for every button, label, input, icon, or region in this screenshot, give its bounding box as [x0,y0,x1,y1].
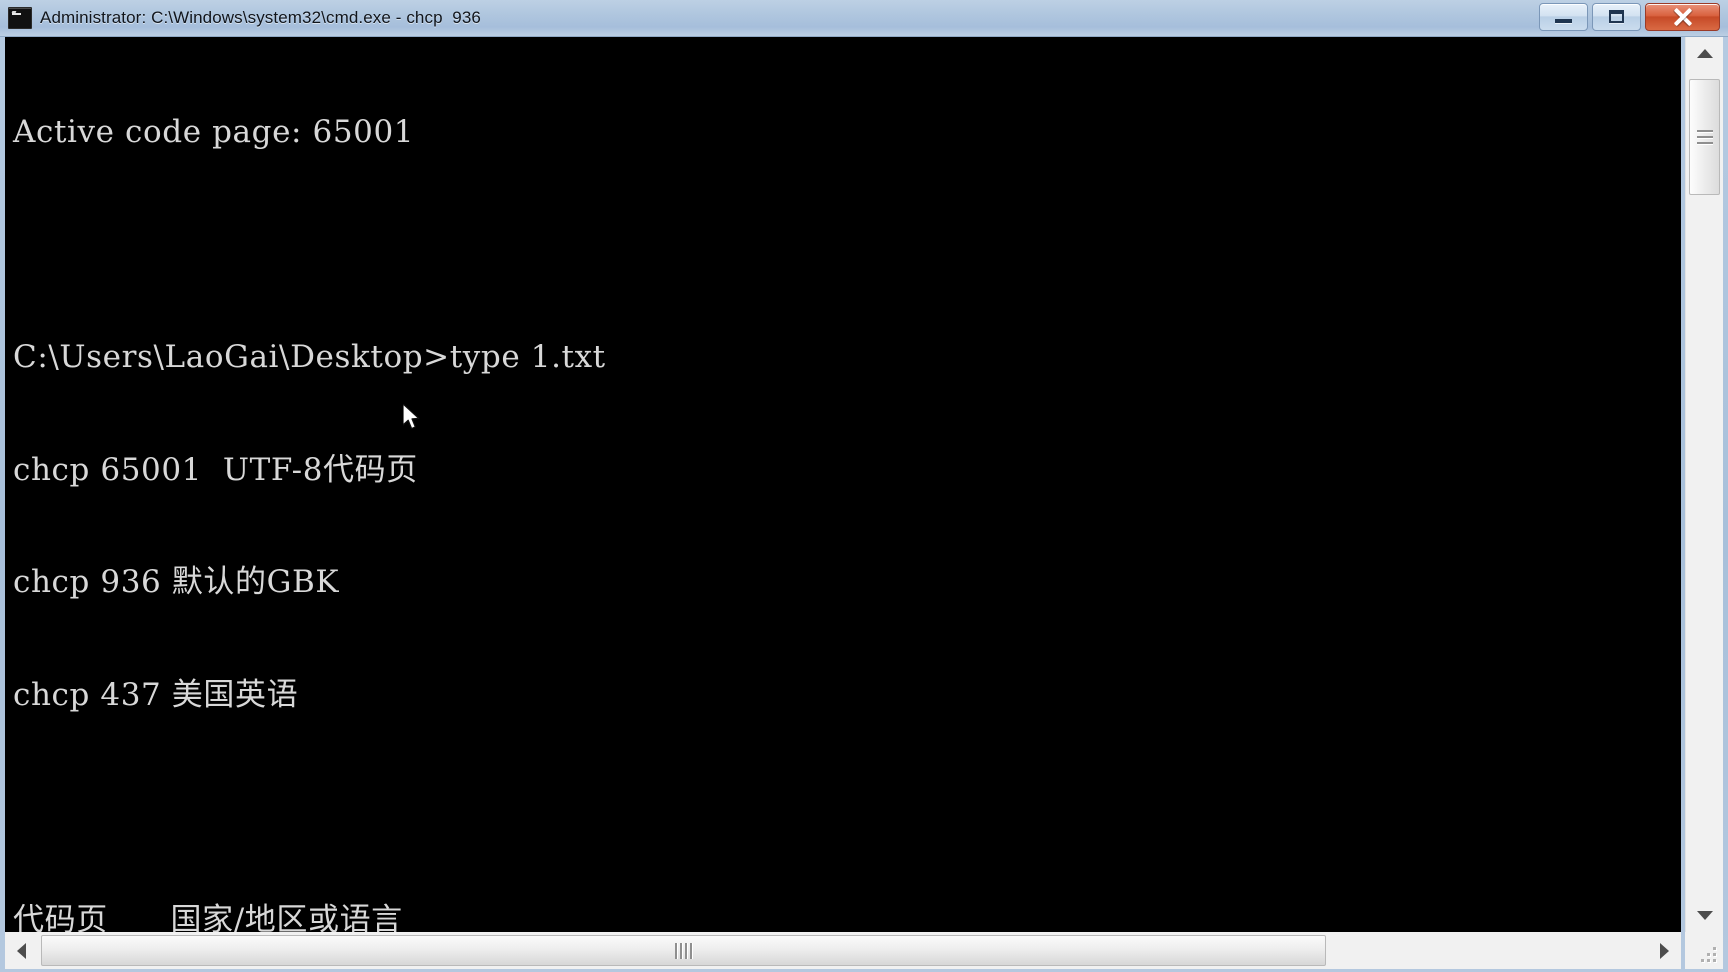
horizontal-scroll-thumb[interactable] [41,935,1326,966]
maximize-button[interactable] [1592,3,1641,31]
console-line: Active code page: 65001 [13,114,415,150]
title-bar[interactable]: Administrator: C:\Windows\system32\cmd.e… [0,0,1728,37]
scroll-down-button[interactable] [1686,898,1723,932]
close-icon [1646,4,1719,30]
console-client-area[interactable]: Active code page: 65001 C:\Users\LaoGai\… [5,37,1681,932]
vertical-scroll-thumb[interactable] [1689,79,1720,195]
minimize-button[interactable] [1539,3,1588,31]
scroll-up-button[interactable] [1686,37,1723,71]
scroll-right-button[interactable] [1647,932,1681,969]
console-line: chcp 65001 UTF-8代码页 [13,451,418,488]
vertical-thumb-grip-icon [1696,130,1713,144]
minimize-icon [1555,19,1572,23]
chevron-left-icon [17,942,26,959]
console-table-header: 代码页 国家/地区或语言 [13,901,403,933]
scroll-left-button[interactable] [5,932,39,969]
window-title: Administrator: C:\Windows\system32\cmd.e… [40,8,481,27]
maximize-icon [1609,10,1624,23]
chevron-right-icon [1660,942,1669,959]
title-bar-left: Administrator: C:\Windows\system32\cmd.e… [8,6,481,30]
horizontal-thumb-grip-icon [674,942,693,959]
window-controls [1539,3,1720,31]
horizontal-scrollbar[interactable] [5,932,1681,969]
resize-grip[interactable] [1685,932,1723,969]
close-button[interactable] [1645,3,1720,31]
chevron-down-icon [1696,911,1713,920]
console-line: chcp 936 默认的GBK [13,564,340,600]
vertical-scrollbar[interactable] [1685,37,1723,932]
chevron-up-icon [1696,49,1713,58]
console-line: C:\Users\LaoGai\Desktop>type 1.txt [13,339,606,375]
cmd-console-icon [8,7,32,29]
console-output: Active code page: 65001 C:\Users\LaoGai\… [13,39,606,932]
cmd-window: Administrator: C:\Windows\system32\cmd.e… [0,0,1728,972]
console-line: chcp 437 美国英语 [13,676,299,713]
